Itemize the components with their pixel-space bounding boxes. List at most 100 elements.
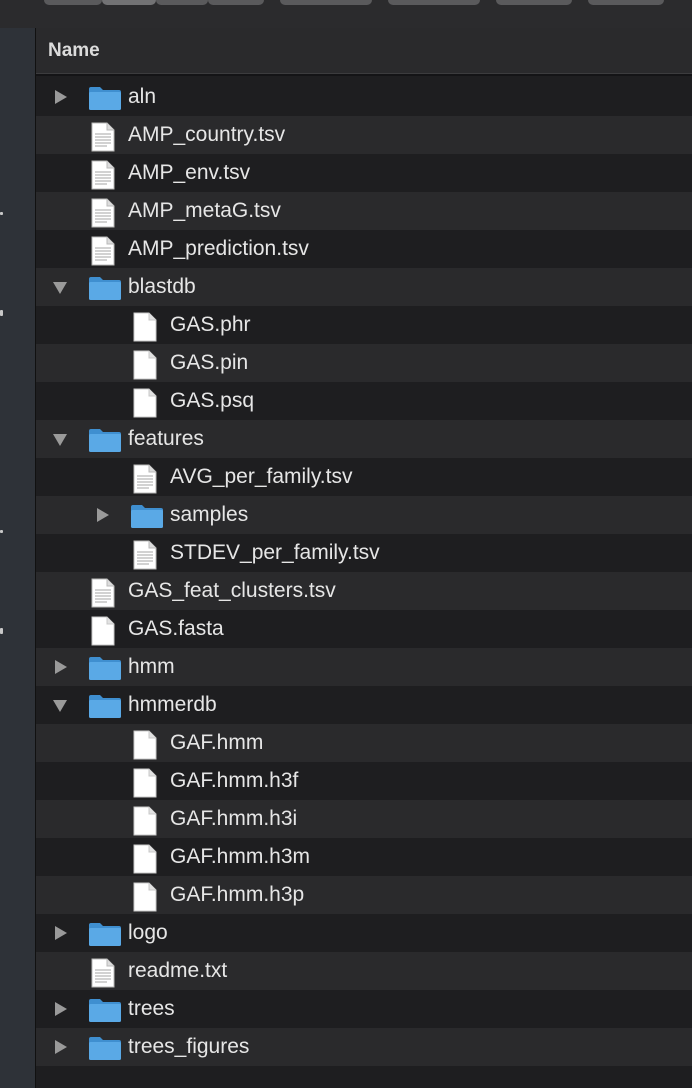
file-name: GAS.fasta: [128, 617, 224, 640]
folder-icon: [88, 655, 122, 686]
file-row[interactable]: GAS_feat_clusters.tsv: [36, 572, 692, 610]
file-row[interactable]: AVG_per_family.tsv: [36, 458, 692, 496]
file-row[interactable]: AMP_env.tsv: [36, 154, 692, 192]
toolbar-button-view-list[interactable]: [102, 0, 156, 5]
document-icon: [132, 768, 158, 803]
file-name: AVG_per_family.tsv: [170, 465, 353, 488]
text-document-icon: [90, 160, 116, 195]
toolbar-button-group[interactable]: [280, 0, 372, 5]
toolbar: [0, 0, 692, 28]
toolbar-button-back[interactable]: [44, 0, 102, 5]
file-name: GAS.pin: [170, 351, 249, 374]
toolbar-button-action[interactable]: [588, 0, 664, 5]
sidebar-marker: [0, 530, 3, 533]
folder-icon: [88, 85, 122, 116]
file-name: readme.txt: [128, 959, 228, 982]
file-name: GAS.phr: [170, 313, 251, 336]
folder-row[interactable]: logo: [36, 914, 692, 952]
file-row[interactable]: GAS.fasta: [36, 610, 692, 648]
column-header: Name: [36, 28, 692, 76]
disclosure-triangle-collapsed-icon[interactable]: [52, 925, 68, 941]
sidebar-marker: [0, 310, 3, 316]
file-row[interactable]: GAF.hmm.h3m: [36, 838, 692, 876]
disclosure-triangle-collapsed-icon[interactable]: [52, 659, 68, 675]
disclosure-triangle-expanded-icon[interactable]: [52, 431, 68, 447]
toolbar-button-view-gallery[interactable]: [208, 0, 264, 5]
file-name: AMP_env.tsv: [128, 161, 251, 184]
file-row[interactable]: AMP_country.tsv: [36, 116, 692, 154]
document-icon: [132, 312, 158, 347]
folder-row[interactable]: samples: [36, 496, 692, 534]
file-row[interactable]: readme.txt: [36, 952, 692, 990]
folder-icon: [88, 1035, 122, 1066]
file-row[interactable]: GAF.hmm.h3f: [36, 762, 692, 800]
document-icon: [132, 350, 158, 385]
file-row[interactable]: GAS.pin: [36, 344, 692, 382]
toolbar-button-tags[interactable]: [496, 0, 572, 5]
text-document-icon: [90, 578, 116, 613]
folder-name: logo: [128, 921, 168, 944]
folder-row[interactable]: features: [36, 420, 692, 458]
text-document-icon: [90, 958, 116, 993]
file-name: GAF.hmm.h3m: [170, 845, 311, 868]
document-icon: [132, 730, 158, 765]
folder-icon: [88, 275, 122, 306]
file-row[interactable]: GAS.phr: [36, 306, 692, 344]
folder-row[interactable]: trees_figures: [36, 1028, 692, 1066]
document-icon: [132, 388, 158, 423]
folder-name: hmmerdb: [128, 693, 217, 716]
folder-name: features: [128, 427, 204, 450]
file-name: GAF.hmm.h3i: [170, 807, 298, 830]
folder-row[interactable]: aln: [36, 78, 692, 116]
folder-row[interactable]: trees: [36, 990, 692, 1028]
text-document-icon: [132, 540, 158, 575]
file-row[interactable]: AMP_prediction.tsv: [36, 230, 692, 268]
folder-icon: [88, 921, 122, 952]
file-name: AMP_prediction.tsv: [128, 237, 309, 260]
file-name: STDEV_per_family.tsv: [170, 541, 380, 564]
file-row[interactable]: GAF.hmm.h3p: [36, 876, 692, 914]
file-row[interactable]: GAF.hmm.h3i: [36, 800, 692, 838]
disclosure-triangle-collapsed-icon[interactable]: [52, 1039, 68, 1055]
folder-row[interactable]: hmm: [36, 648, 692, 686]
file-name: GAS.psq: [170, 389, 255, 412]
toolbar-button-view-columns[interactable]: [156, 0, 208, 5]
file-name: GAF.hmm: [170, 731, 264, 754]
disclosure-triangle-collapsed-icon[interactable]: [52, 89, 68, 105]
folder-icon: [130, 503, 164, 534]
text-document-icon: [90, 198, 116, 233]
document-icon: [90, 616, 116, 651]
folder-icon: [88, 693, 122, 724]
folder-name: aln: [128, 85, 157, 108]
text-document-icon: [132, 464, 158, 499]
file-row[interactable]: GAF.hmm: [36, 724, 692, 762]
file-row[interactable]: STDEV_per_family.tsv: [36, 534, 692, 572]
disclosure-triangle-expanded-icon[interactable]: [52, 279, 68, 295]
file-list-pane: Name aln AMP_country.tsv AMP_env.tsv AMP_me…: [36, 28, 692, 1088]
folder-icon: [88, 997, 122, 1028]
toolbar-button-share[interactable]: [388, 0, 480, 5]
sidebar-marker: [0, 628, 3, 634]
file-row[interactable]: GAS.psq: [36, 382, 692, 420]
document-icon: [132, 844, 158, 879]
header-divider: [36, 74, 692, 76]
folder-row[interactable]: hmmerdb: [36, 686, 692, 724]
folder-name: hmm: [128, 655, 175, 678]
disclosure-triangle-expanded-icon[interactable]: [52, 697, 68, 713]
file-name: GAS_feat_clusters.tsv: [128, 579, 336, 602]
folder-row[interactable]: blastdb: [36, 268, 692, 306]
file-name: AMP_metaG.tsv: [128, 199, 281, 222]
file-row[interactable]: AMP_metaG.tsv: [36, 192, 692, 230]
sidebar: [0, 28, 36, 1088]
folder-name: blastdb: [128, 275, 196, 298]
disclosure-triangle-collapsed-icon[interactable]: [94, 507, 110, 523]
text-document-icon: [90, 122, 116, 157]
folder-icon: [88, 427, 122, 458]
folder-name: samples: [170, 503, 249, 526]
file-name: AMP_country.tsv: [128, 123, 286, 146]
sidebar-marker: [0, 212, 3, 215]
document-icon: [132, 806, 158, 841]
name-column-header[interactable]: Name: [48, 40, 100, 62]
disclosure-triangle-collapsed-icon[interactable]: [52, 1001, 68, 1017]
folder-name: trees_figures: [128, 1035, 250, 1058]
